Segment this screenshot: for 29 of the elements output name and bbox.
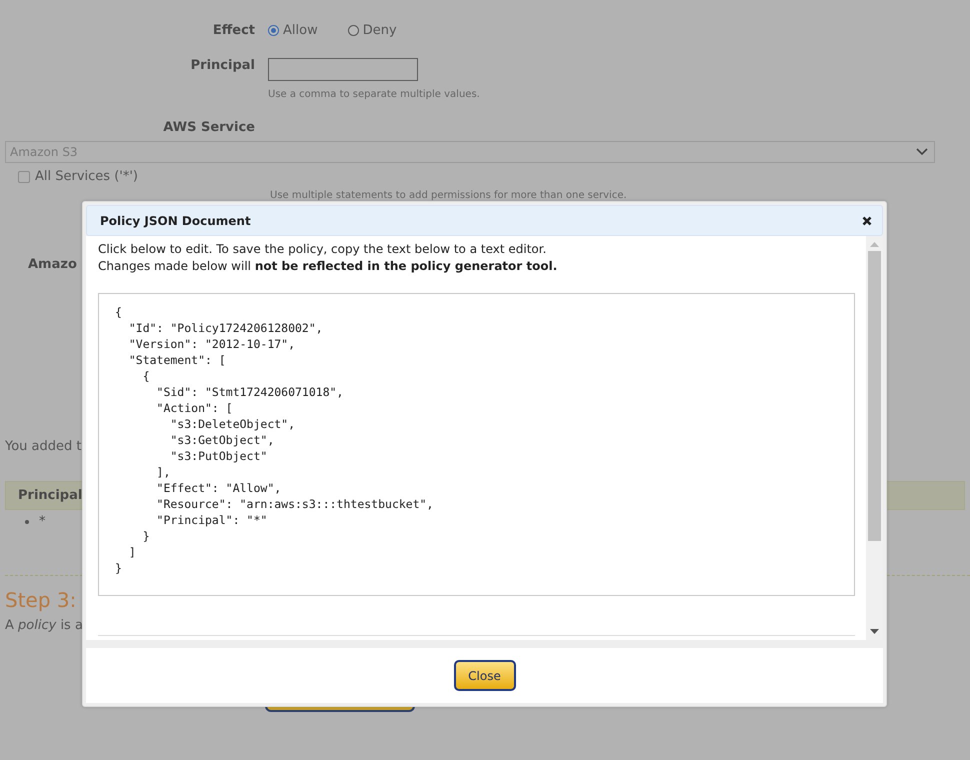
hint-text: Use multiple statements to add permissions for more than one service. (270, 190, 627, 201)
radio-label: Allow (283, 23, 318, 38)
close-button[interactable]: Close (454, 660, 516, 691)
chevron-icon (916, 148, 928, 156)
radio-button[interactable] (348, 25, 359, 36)
field-label: Effect (212, 23, 255, 38)
hint-text: Use a comma to separate multiple values. (268, 89, 480, 100)
radio-button[interactable] (268, 25, 279, 36)
modal-title: Policy JSON Document (100, 214, 251, 228)
table-cell: * (39, 514, 46, 529)
column-header: Principal (18, 488, 82, 503)
close-icon[interactable] (862, 216, 872, 226)
step-description: A policy is a (5, 618, 83, 633)
instruction-text: Click below to edit. To save the policy, copy the text below to a text editor. (98, 241, 548, 258)
bullet-icon (25, 520, 29, 524)
principal-field[interactable] (268, 58, 418, 81)
scroll-up-icon[interactable] (870, 242, 879, 247)
step-heading: Step 3: (5, 588, 76, 612)
field-label: AWS Service (162, 120, 255, 135)
scrollbar[interactable] (866, 236, 883, 640)
field-label: Principal (190, 58, 255, 75)
status-text: You added t (5, 439, 82, 454)
checkbox-label: All Services ('*') (35, 169, 138, 184)
scroll-down-icon[interactable] (870, 629, 879, 634)
checkbox[interactable] (18, 170, 30, 182)
policy-json-editor[interactable]: { "Id": "Policy1724206128002", "Version": "2012-10-17", "Statement": [ { "Sid": "Stmt1724206071018", "Action": [ "s3:DeleteObject", "s3:GetObject", "s3:PutObject" ], "Effect": "Allow", "Resource": "arn:aws:s3:::thtestbucket", "Principal": "*" } ] } (98, 293, 855, 596)
radio-label: Deny (362, 23, 397, 38)
field-label: Amazo (28, 257, 77, 272)
warning-text: Changes made below will not be reflected in the policy generator tool. (98, 258, 558, 275)
